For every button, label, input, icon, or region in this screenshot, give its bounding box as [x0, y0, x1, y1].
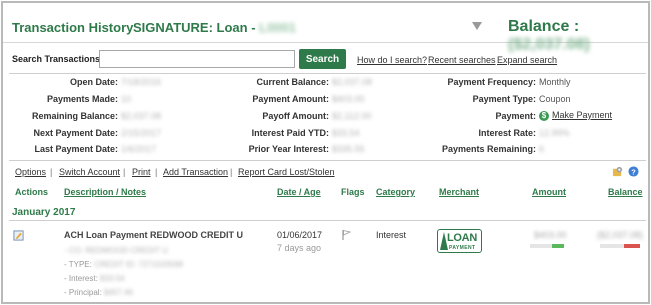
add-transaction-link[interactable]: Add Transaction: [163, 167, 228, 177]
balance-bar-negative: [624, 244, 640, 248]
summary-payment-frequency-value: Monthly: [539, 77, 571, 87]
print-link[interactable]: Print: [132, 167, 151, 177]
how-to-search-link[interactable]: How do I search?: [357, 55, 427, 65]
summary-payment-label: Payment:: [495, 111, 536, 121]
column-flags: Flags: [341, 187, 365, 197]
summary-payment-frequency-label: Payment Frequency:: [447, 77, 536, 87]
options-link[interactable]: Options: [15, 167, 46, 177]
transaction-amount: $403.00: [534, 230, 567, 240]
amount-bar-track: [530, 244, 552, 248]
expand-search-link[interactable]: Expand search: [497, 55, 557, 65]
options-bar: Options | Switch Account | Print | Add T…: [3, 166, 648, 181]
recent-searches-link[interactable]: Recent searches: [428, 55, 496, 65]
settings-icon[interactable]: [612, 166, 623, 177]
transaction-note-principal: - Principal: $457.46: [64, 288, 133, 297]
column-balance[interactable]: Balance: [608, 187, 643, 197]
summary-interest-rate-label: Interest Rate:: [478, 128, 536, 138]
column-merchant[interactable]: Merchant: [439, 187, 479, 197]
search-row: Search Transactions: Search How do I sea…: [3, 49, 648, 71]
svg-text:?: ?: [631, 167, 636, 176]
column-description[interactable]: Description / Notes: [64, 187, 146, 197]
report-card-lost-link[interactable]: Report Card Lost/Stolen: [238, 167, 335, 177]
separator: |: [50, 167, 53, 177]
search-input[interactable]: [99, 50, 295, 68]
column-date[interactable]: Date / Age: [277, 187, 321, 197]
column-actions: Actions: [15, 187, 49, 197]
summary-payments-remaining-label: Payments Remaining:: [441, 144, 536, 154]
separator: |: [123, 167, 126, 177]
separator: |: [230, 167, 233, 177]
transaction-history-panel: Transaction History SIGNATURE: Loan - L0…: [1, 1, 650, 304]
title-bar: Transaction History SIGNATURE: Loan - L0…: [3, 3, 648, 53]
summary-payment-type-value: Coupon: [539, 94, 571, 104]
summary-interest-rate-value: 12.99%: [539, 128, 570, 138]
divider: [9, 160, 646, 161]
dollar-icon: $: [539, 110, 549, 121]
edit-icon[interactable]: [13, 230, 24, 241]
account-label: SIGNATURE: Loan -: [133, 20, 260, 35]
transaction-age: 7 days ago: [277, 243, 322, 253]
merchant-logo: LOAN PAYMENT: [437, 229, 482, 253]
amount-bar-positive: [552, 244, 564, 248]
balance-bar-track: [600, 244, 624, 248]
switch-account-link[interactable]: Switch Account: [59, 167, 120, 177]
column-amount[interactable]: Amount: [532, 187, 566, 197]
table-row[interactable]: ACH Loan Payment REDWOOD CREDIT U - CO: …: [3, 222, 648, 302]
divider: [9, 73, 646, 74]
divider: [9, 220, 646, 221]
transaction-description[interactable]: ACH Loan Payment REDWOOD CREDIT U: [64, 230, 243, 240]
transaction-note-type: - TYPE: CREDIT ID: 7271533598: [64, 260, 183, 269]
transaction-balance: ($2,037.08): [597, 230, 644, 240]
collapse-arrow-icon[interactable]: [472, 22, 482, 30]
balance-label: Balance :: [508, 18, 580, 35]
search-label: Search Transactions:: [12, 54, 104, 64]
transaction-note-co: - CO: REDWOOD CREDIT U: [64, 246, 168, 255]
merchant-logo-subtext: PAYMENT: [449, 245, 476, 251]
help-icon[interactable]: ?: [628, 166, 639, 177]
month-group-header: January 2017: [12, 207, 76, 218]
account-title: SIGNATURE: Loan - L0001: [133, 20, 296, 35]
page-title: Transaction History: [12, 20, 134, 35]
summary-payments-remaining-value: 6: [539, 144, 545, 154]
merchant-logo-text: LOAN: [447, 232, 477, 244]
column-category[interactable]: Category: [376, 187, 415, 197]
transaction-note-interest: - Interest: $33.54: [64, 274, 125, 283]
make-payment-link[interactable]: Make Payment: [552, 110, 612, 120]
account-number: L0001: [259, 20, 297, 35]
separator: |: [155, 167, 158, 177]
flag-icon[interactable]: [341, 229, 352, 241]
loan-summary: Open Date: 7/18/2016 Payments Made: 10 R…: [3, 77, 648, 157]
make-payment-control[interactable]: $ Make Payment: [539, 110, 612, 121]
summary-payment-type-label: Payment Type:: [472, 94, 536, 104]
search-button[interactable]: Search: [299, 49, 346, 69]
transaction-date: 01/06/2017: [277, 230, 323, 240]
transaction-category[interactable]: Interest: [376, 230, 406, 240]
